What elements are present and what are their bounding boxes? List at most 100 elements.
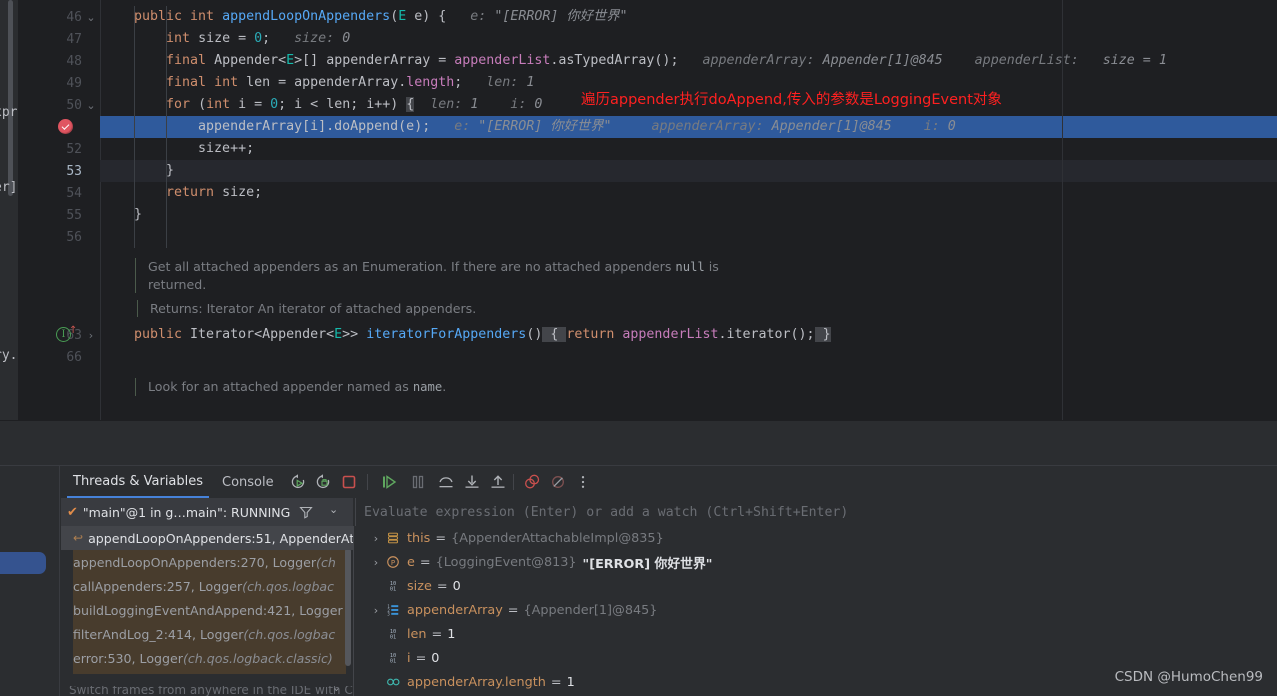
chevron-down-icon[interactable]: ⌄ xyxy=(329,503,338,516)
gutter-row[interactable]: 46 ⌄ xyxy=(18,6,100,28)
code-line-text: public int appendLoopOnAppenders(E e) { … xyxy=(100,6,628,28)
frame-label: error:530, Logger xyxy=(73,650,183,666)
stop-icon[interactable] xyxy=(340,473,358,491)
variable-value: 0 xyxy=(452,578,461,594)
frame-item[interactable]: buildLoggingEventAndAppend:421, Logger xyxy=(61,598,353,622)
evaluate-expression-input[interactable]: Evaluate expression (Enter) or add a wat… xyxy=(355,498,1277,526)
variable-equals: = xyxy=(436,578,448,594)
editor-debug-splitter[interactable] xyxy=(0,420,1277,465)
code-line[interactable]: appenderArray[i].doAppend(e); e: "[ERROR… xyxy=(100,116,1277,138)
indent-guide xyxy=(134,50,135,72)
expand-arrow-placeholder: › xyxy=(368,580,384,593)
gutter-row[interactable]: 54 xyxy=(18,182,100,204)
frame-item[interactable]: ↩ appendLoopOnAppenders:51, AppenderAt xyxy=(61,526,353,550)
frame-package: (ch.qos.logbac xyxy=(242,578,335,594)
line-number: 55 xyxy=(66,207,82,223)
frame-item[interactable]: appendLoopOnAppenders:270, Logger (ch xyxy=(61,550,353,574)
variable-row[interactable]: ›1001 len=1 xyxy=(355,622,1277,646)
frame-label: buildLoggingEventAndAppend:421, Logger xyxy=(73,602,343,618)
fold-toggle-icon[interactable]: › xyxy=(82,329,100,342)
code-token: Iterator<Appender< xyxy=(190,327,335,342)
variable-value: "[ERROR] 你好世界" xyxy=(582,556,713,572)
javadoc-text: Returns: Iterator An iterator of attache… xyxy=(137,300,730,317)
gutter-row[interactable] xyxy=(18,116,100,138)
code-token: 0 xyxy=(342,31,351,46)
variable-name: appenderArray xyxy=(407,602,503,618)
gutter-row[interactable]: 55 xyxy=(18,204,100,226)
frame-label: callAppenders:257, Logger xyxy=(73,578,243,594)
view-breakpoints-icon[interactable] xyxy=(523,473,541,491)
rerun-icon[interactable] xyxy=(289,473,307,491)
blue-chip-indicator xyxy=(0,552,46,574)
parameter-icon: P xyxy=(384,554,402,570)
code-line[interactable]: final Appender<E>[] appenderArray = appe… xyxy=(100,50,1277,72)
code-line[interactable]: size++; xyxy=(100,138,1277,160)
gutter-row[interactable]: 63 I ↑ › xyxy=(18,324,100,346)
frames-status-strip: Switch frames from anywhere in the IDE w… xyxy=(61,686,353,696)
gutter-row[interactable]: 50 ⌄ xyxy=(18,94,100,116)
variable-equals: = xyxy=(419,554,431,570)
gutter-row[interactable]: 52 xyxy=(18,138,100,160)
frame-package: (ch.qos.logback.classic) xyxy=(182,650,333,666)
gutter-row[interactable]: 66 xyxy=(18,346,100,368)
more-options-icon[interactable] xyxy=(574,473,592,491)
code-line[interactable]: public Iterator<Appender<E>> iteratorFor… xyxy=(100,324,1277,346)
step-over-icon[interactable] xyxy=(437,473,455,491)
step-out-icon[interactable] xyxy=(489,473,507,491)
line-number: 56 xyxy=(66,229,82,245)
code-line-text: final Appender<E>[] appenderArray = appe… xyxy=(100,50,1167,72)
thread-selector[interactable]: ✔ "main"@1 in g…main": RUNNING ⌄ xyxy=(61,498,353,526)
code-line[interactable]: int size = 0; size: 0 xyxy=(100,28,1277,50)
code-line[interactable] xyxy=(100,226,1277,248)
frame-item[interactable]: error:530, Logger (ch.qos.logback.classi… xyxy=(61,646,353,670)
code-token: } xyxy=(134,163,175,178)
debug-toolbar: Threads & Variables Console xyxy=(61,466,1277,498)
variable-row[interactable]: › Pe = {LoggingEvent@813} "[ERROR] 你好世界" xyxy=(355,550,1277,574)
left-strip-scrollbar[interactable] xyxy=(8,0,13,196)
rerun-failed-icon[interactable] xyxy=(314,473,332,491)
variable-row[interactable]: › 1 2 3 appenderArray = {Appender[1]@845} xyxy=(355,598,1277,622)
frames-list[interactable]: ↩ appendLoopOnAppenders:51, AppenderAt app… xyxy=(61,526,353,686)
pause-program-icon[interactable] xyxy=(409,473,427,491)
status-chevron-icon[interactable]: ⌄ xyxy=(332,686,341,694)
expand-arrow-icon[interactable]: › xyxy=(368,604,384,617)
code-token: 0 xyxy=(947,119,956,134)
line-number: 54 xyxy=(66,185,82,201)
code-line[interactable] xyxy=(100,346,1277,368)
gutter-row[interactable]: 56 xyxy=(18,226,100,248)
variable-equals: = xyxy=(435,530,447,546)
code-token: public xyxy=(134,9,191,24)
frame-item[interactable]: filterAndLog_2:414, Logger (ch.qos.logba… xyxy=(61,622,353,646)
tab-console[interactable]: Console xyxy=(216,466,280,498)
frame-item[interactable]: callAppenders:257, Logger (ch.qos.logbac xyxy=(61,574,353,598)
code-editor[interactable]: xprer]ry.c 46⌄47484950⌄525354555663I↑›66… xyxy=(0,0,1277,420)
tab-threads-variables[interactable]: Threads & Variables xyxy=(67,466,210,498)
code-token: size++; xyxy=(134,141,255,156)
expand-arrow-icon[interactable]: › xyxy=(368,532,384,545)
mute-breakpoints-icon[interactable] xyxy=(549,473,567,491)
code-token: appenderArray[i].doAppend(e); xyxy=(134,119,431,134)
code-line[interactable]: public int appendLoopOnAppenders(E e) { … xyxy=(100,6,1277,28)
code-line[interactable]: return size; xyxy=(100,182,1277,204)
code-text-area[interactable]: public int appendLoopOnAppenders(E e) { … xyxy=(100,0,1277,420)
svg-text:01: 01 xyxy=(390,658,396,664)
gutter-row[interactable]: 48 xyxy=(18,50,100,72)
breakpoint-icon[interactable] xyxy=(58,119,73,134)
variable-row[interactable]: ›1001 i=0 xyxy=(355,646,1277,670)
variable-row[interactable]: ›1001 size=0 xyxy=(355,574,1277,598)
frame-label: appendLoopOnAppenders:270, Logger xyxy=(73,554,317,570)
code-line[interactable]: } xyxy=(100,204,1277,226)
gutter-row[interactable]: 53 xyxy=(18,160,100,182)
expand-arrow-icon[interactable]: › xyxy=(368,556,384,569)
code-line[interactable]: } xyxy=(100,160,1277,182)
variable-row[interactable]: › this = {AppenderAttachableImpl@835} xyxy=(355,526,1277,550)
gutter-row[interactable]: 47 xyxy=(18,28,100,50)
resume-program-icon[interactable] xyxy=(380,473,398,491)
step-into-icon[interactable] xyxy=(463,473,481,491)
fold-toggle-icon[interactable]: ⌄ xyxy=(82,99,100,112)
editor-gutter[interactable]: 46 ⌄ 47 48 49 50 ⌄ 52 53 54 55 56 63 I ↑ › 66 xyxy=(18,0,100,420)
indent-guide xyxy=(134,28,135,50)
filter-icon[interactable] xyxy=(299,504,313,523)
fold-toggle-icon[interactable]: ⌄ xyxy=(82,11,100,24)
gutter-row[interactable]: 49 xyxy=(18,72,100,94)
